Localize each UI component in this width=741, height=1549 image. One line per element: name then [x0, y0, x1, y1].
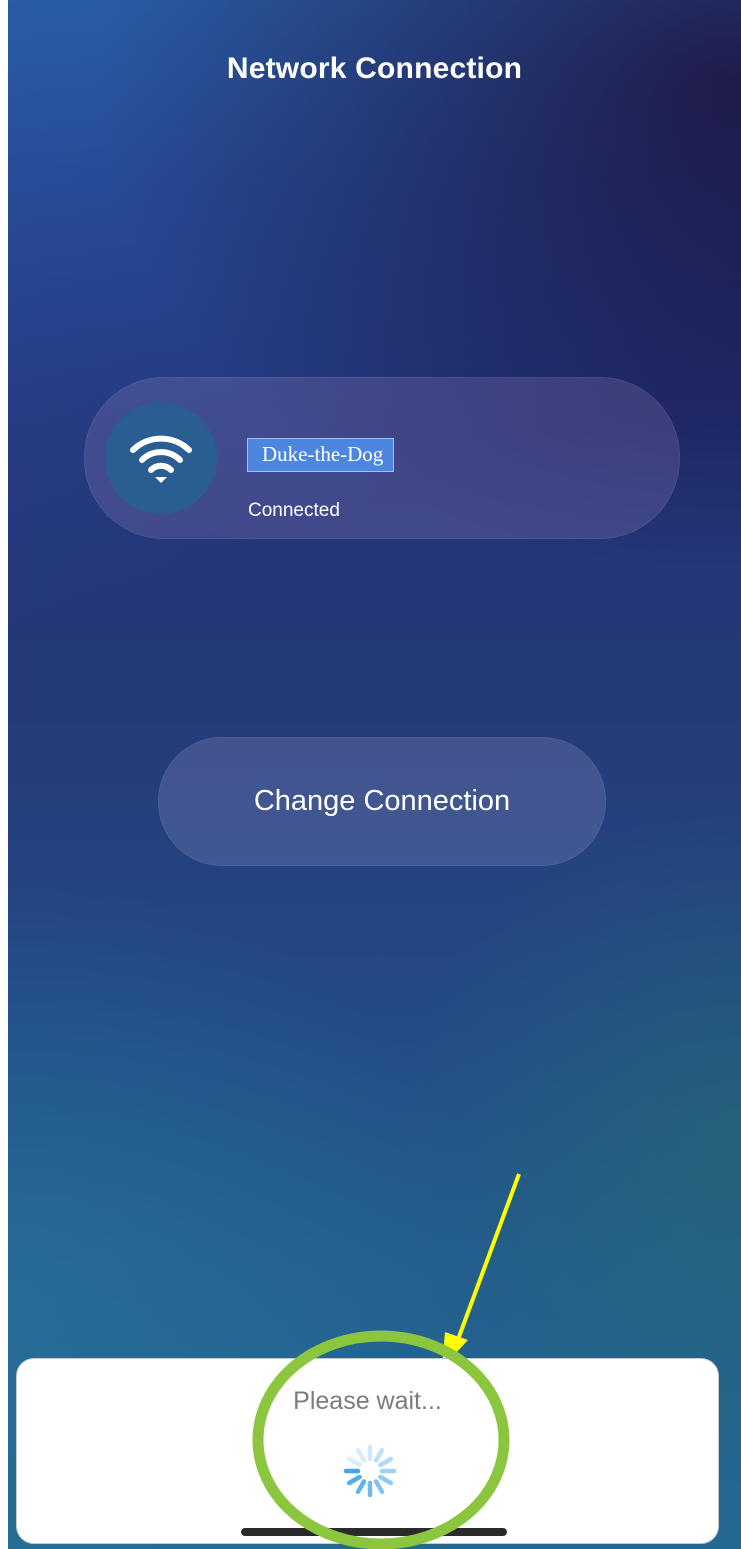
annotation-highlight-ring [252, 1330, 510, 1549]
